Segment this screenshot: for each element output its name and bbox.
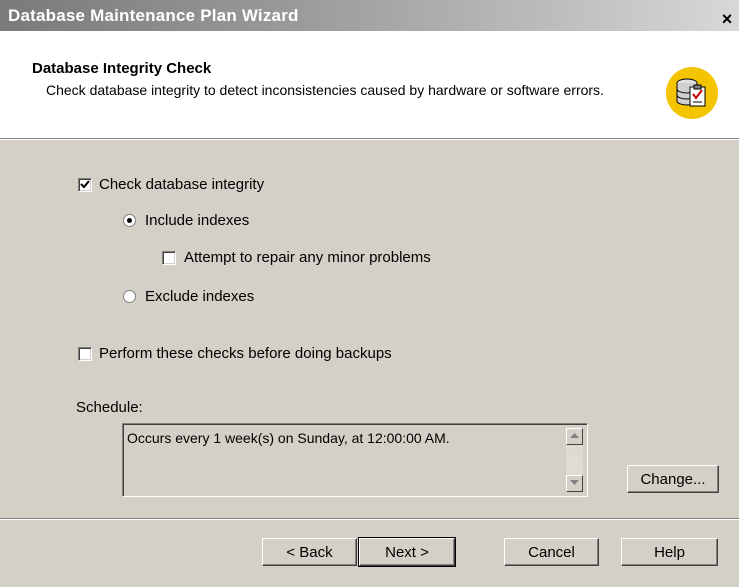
include-indexes-label[interactable]: Include indexes [145, 212, 249, 229]
check-integrity-checkbox[interactable] [78, 178, 92, 192]
page-description: Check database integrity to detect incon… [46, 82, 604, 98]
close-button[interactable]: × [717, 10, 737, 30]
schedule-text: Occurs every 1 week(s) on Sunday, at 12:… [127, 430, 450, 446]
arrow-down-icon [570, 480, 579, 485]
schedule-description-box: Occurs every 1 week(s) on Sunday, at 12:… [122, 423, 588, 497]
database-check-icon [666, 67, 718, 123]
change-schedule-button[interactable]: Change... [627, 465, 719, 493]
title-bar[interactable]: Database Maintenance Plan Wizard × [0, 0, 739, 31]
help-button[interactable]: Help [621, 538, 718, 566]
exclude-indexes-label[interactable]: Exclude indexes [145, 288, 254, 305]
attempt-repair-label[interactable]: Attempt to repair any minor problems [184, 249, 431, 266]
before-backups-label[interactable]: Perform these checks before doing backup… [99, 345, 392, 362]
schedule-scrollbar[interactable] [566, 428, 583, 492]
exclude-indexes-radio[interactable] [123, 290, 136, 303]
cancel-button[interactable]: Cancel [504, 538, 599, 566]
page-title: Database Integrity Check [32, 60, 212, 77]
include-indexes-radio[interactable] [123, 214, 136, 227]
wizard-header: Database Integrity Check Check database … [0, 31, 739, 139]
checkmark-icon [80, 180, 90, 189]
next-button[interactable]: Next > [358, 537, 456, 567]
before-backups-checkbox[interactable] [78, 347, 92, 361]
back-button[interactable]: < Back [262, 538, 357, 566]
check-integrity-label[interactable]: Check database integrity [99, 176, 264, 193]
schedule-label: Schedule: [76, 399, 143, 416]
arrow-up-icon [570, 433, 579, 438]
scroll-up-button[interactable] [566, 428, 583, 445]
attempt-repair-checkbox[interactable] [162, 251, 176, 265]
footer-divider-highlight [0, 519, 739, 520]
header-divider [0, 139, 739, 140]
scroll-down-button[interactable] [566, 475, 583, 492]
window-title: Database Maintenance Plan Wizard [8, 6, 299, 25]
